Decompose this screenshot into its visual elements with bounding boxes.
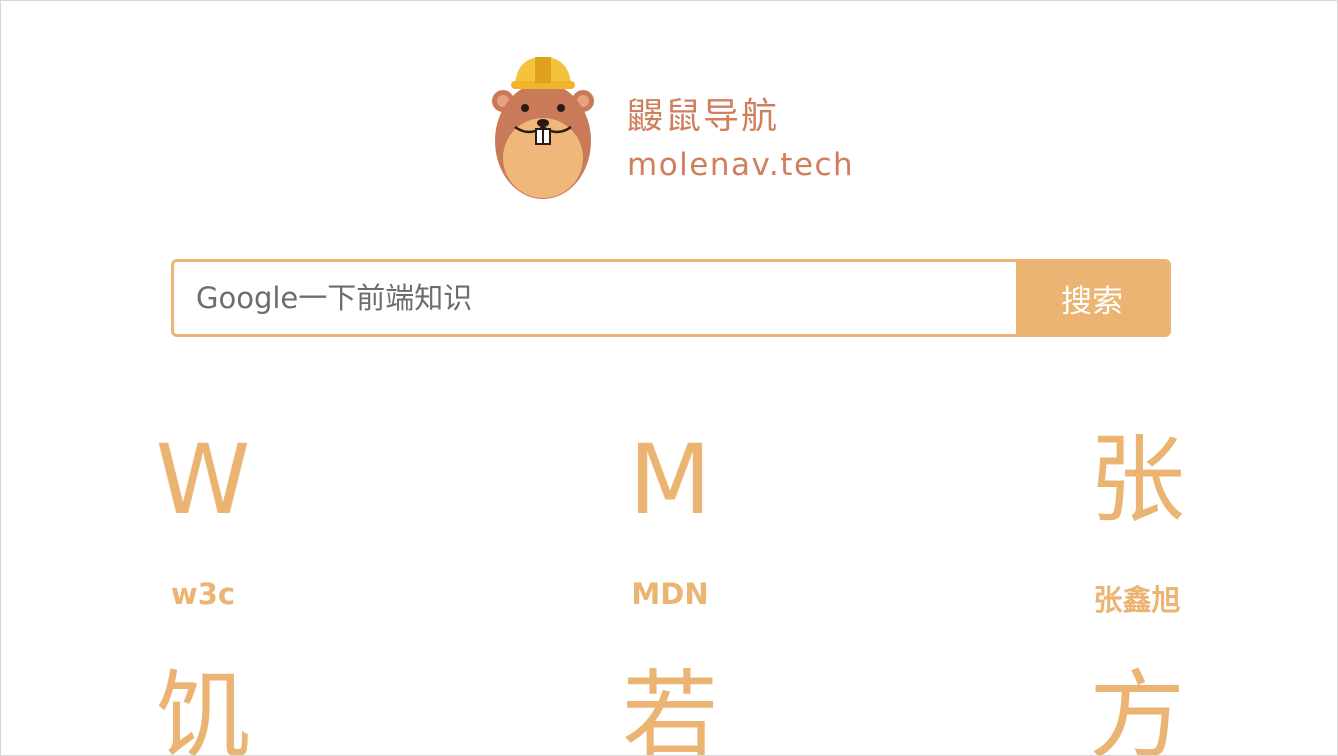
site-initial: 张 xyxy=(1089,424,1185,536)
site-tile-6[interactable]: 方 xyxy=(1022,660,1252,756)
site-label: 张鑫旭 xyxy=(1093,583,1181,617)
site-initial: 若 xyxy=(622,660,718,756)
site-initial: M xyxy=(628,424,712,536)
site-tile-mdn[interactable]: M MDN xyxy=(555,425,785,611)
site-initial: 饥 xyxy=(155,660,251,756)
site-label: w3c xyxy=(170,577,236,611)
page-frame: 鼹鼠导航 molenav.tech 搜索 W w3c M MDN 张 张鑫旭 饥… xyxy=(0,0,1338,756)
site-initial: W xyxy=(155,424,251,536)
site-tile-5[interactable]: 若 xyxy=(555,660,785,756)
site-label: MDN xyxy=(631,577,709,611)
site-grid: W w3c M MDN 张 张鑫旭 饥 若 方 xyxy=(1,1,1337,756)
site-initial: 方 xyxy=(1089,660,1185,756)
site-tile-4[interactable]: 饥 xyxy=(88,660,318,756)
site-tile-zhangxinxu[interactable]: 张 张鑫旭 xyxy=(1022,425,1252,619)
site-tile-w3c[interactable]: W w3c xyxy=(88,425,318,611)
